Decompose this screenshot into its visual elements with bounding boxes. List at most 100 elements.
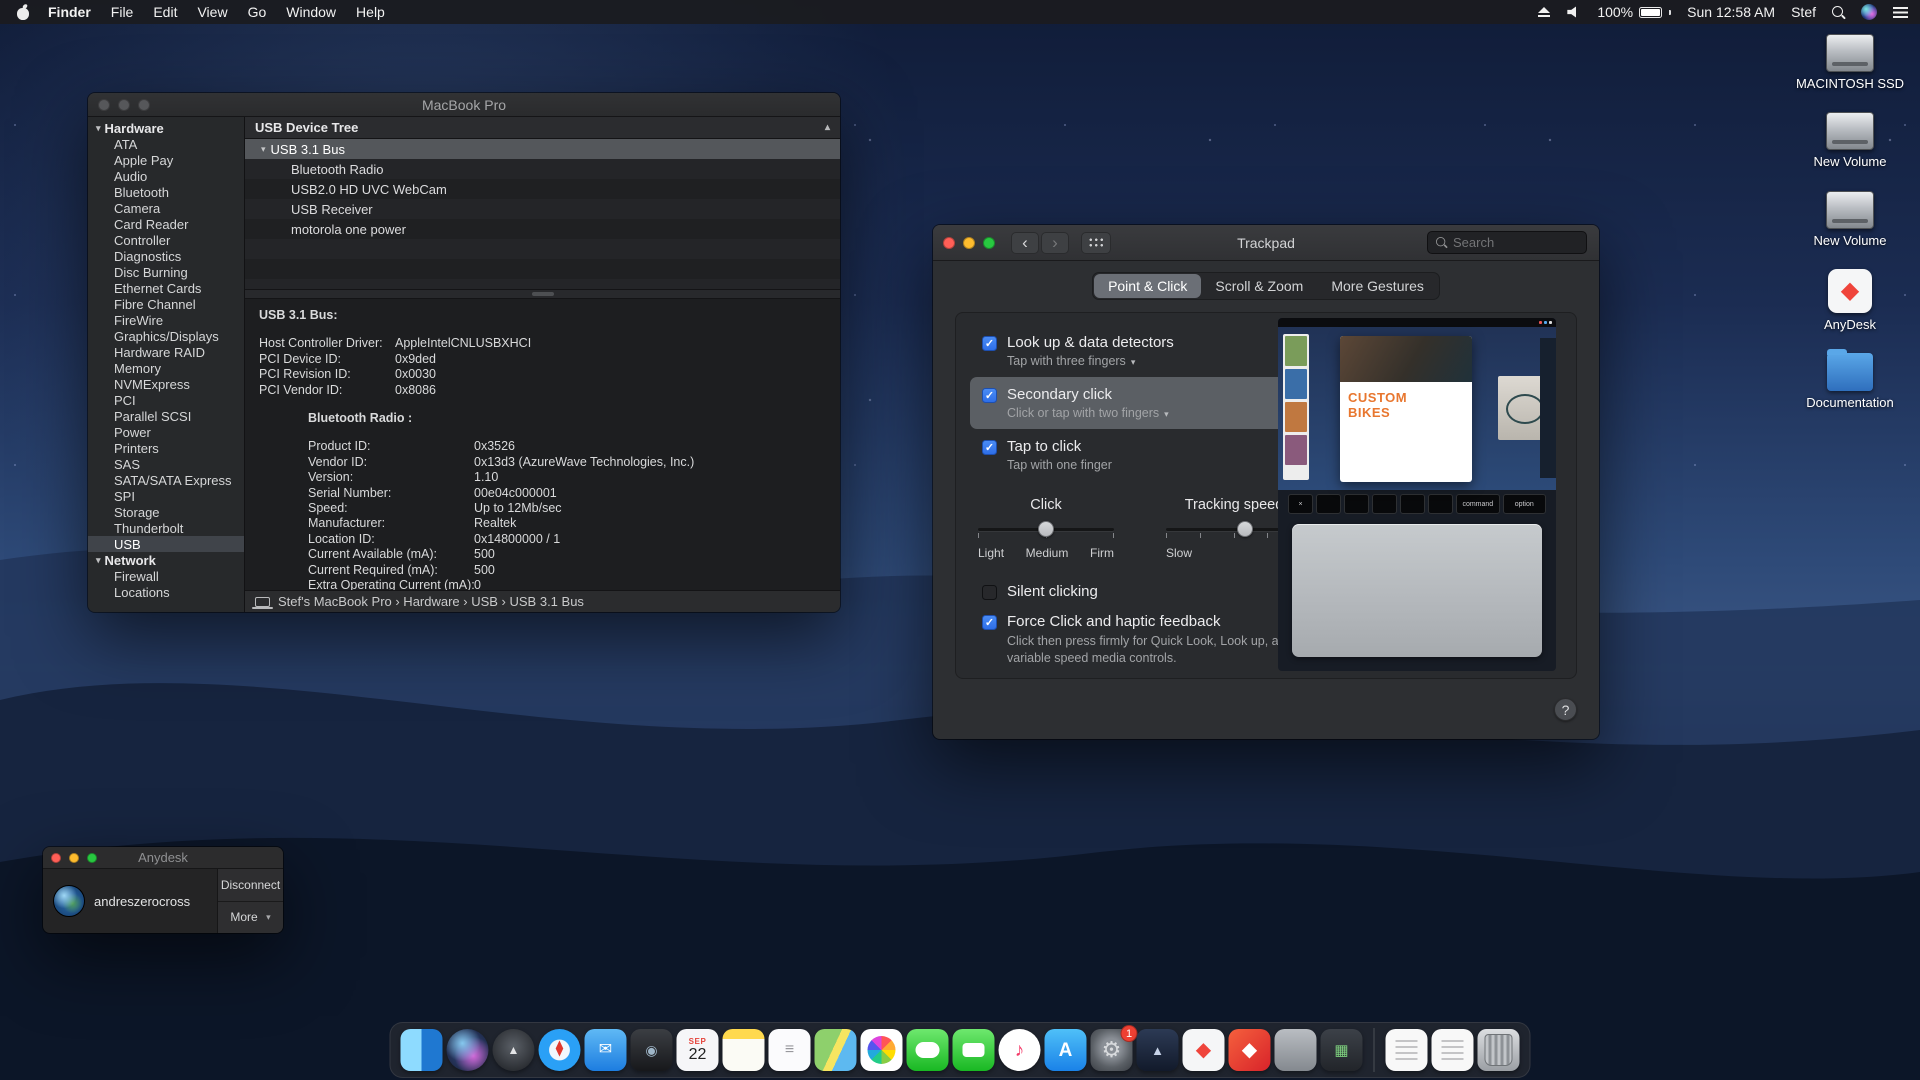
notification-center-icon[interactable]	[1893, 7, 1908, 18]
sidebar-item[interactable]: Bluetooth	[88, 184, 244, 200]
desktop-icon-anydesk[interactable]: AnyDesk	[1792, 269, 1908, 332]
dock-item-trash[interactable]	[1478, 1029, 1520, 1071]
dock-item-facetime[interactable]	[953, 1029, 995, 1071]
menu-bar-item[interactable]: Window	[276, 0, 346, 24]
minimize-button[interactable]	[963, 237, 975, 249]
sidebar-item[interactable]: Graphics/Displays	[88, 328, 244, 344]
usb-tree-row[interactable]: ▾ USB 3.1 Bus	[245, 139, 840, 159]
eject-icon[interactable]	[1537, 7, 1551, 17]
usb-tree-row[interactable]: Bluetooth Radio	[245, 159, 840, 179]
pane-splitter-handle[interactable]	[245, 289, 840, 299]
dock-item-safari[interactable]: ◆	[539, 1029, 581, 1071]
more-button[interactable]: More ▾	[218, 901, 283, 934]
sidebar-item[interactable]: FireWire	[88, 312, 244, 328]
dock-item-photo-booth[interactable]: ◉	[631, 1029, 673, 1071]
sidebar-item[interactable]: PCI	[88, 392, 244, 408]
dock-item-calendar[interactable]: SEP 22	[677, 1029, 719, 1071]
sidebar-item[interactable]: Fibre Channel	[88, 296, 244, 312]
sidebar-item[interactable]: Audio	[88, 168, 244, 184]
dock-item-launchpad[interactable]: ▲	[493, 1029, 535, 1071]
menu-bar-item[interactable]: Edit	[143, 0, 187, 24]
checkbox[interactable]	[982, 388, 997, 403]
sidebar-item[interactable]: USB	[88, 536, 244, 552]
dock-item-hardware-app[interactable]: ▦	[1321, 1029, 1363, 1071]
gesture-option-row[interactable]: Look up & data detectors Tap with three …	[970, 325, 1292, 377]
volume-icon[interactable]	[1567, 6, 1581, 18]
desktop-icon-new-volume-1[interactable]: New Volume	[1792, 112, 1908, 169]
sidebar-item[interactable]: Parallel SCSI	[88, 408, 244, 424]
menu-bar-item[interactable]: Help	[346, 0, 395, 24]
sysinfo-titlebar[interactable]: MacBook Pro	[88, 93, 840, 117]
sidebar-item[interactable]: ATA	[88, 136, 244, 152]
trackpad-tab[interactable]: Scroll & Zoom	[1201, 274, 1317, 298]
sidebar-item[interactable]: SAS	[88, 456, 244, 472]
sidebar-item[interactable]: Locations	[88, 584, 244, 600]
breadcrumb[interactable]: Stef's MacBook Pro › Hardware › USB › US…	[278, 594, 584, 609]
battery-status[interactable]: 100%	[1597, 4, 1671, 20]
dock-item-textedit[interactable]	[1386, 1029, 1428, 1071]
dock-item-anydesk[interactable]: ◆	[1183, 1029, 1225, 1071]
checkbox[interactable]	[982, 615, 997, 630]
clock-label[interactable]: Sun 12:58 AM	[1687, 4, 1775, 20]
gesture-option-setting[interactable]: Tap with one finger	[1007, 458, 1112, 472]
close-button[interactable]	[98, 99, 110, 111]
sidebar-item[interactable]: NVMExpress	[88, 376, 244, 392]
sidebar-item[interactable]: Printers	[88, 440, 244, 456]
sidebar-item[interactable]: Power	[88, 424, 244, 440]
checkbox[interactable]	[982, 585, 997, 600]
dock-item-messages[interactable]	[907, 1029, 949, 1071]
dock-item-notes[interactable]	[723, 1029, 765, 1071]
dock-item-photos[interactable]	[861, 1029, 903, 1071]
apple-menu-icon[interactable]	[16, 5, 30, 20]
show-all-preferences-button[interactable]	[1081, 232, 1111, 254]
back-button[interactable]: ‹	[1011, 232, 1039, 254]
disclosure-triangle-icon[interactable]: ▾	[261, 144, 266, 155]
dock-item-dark-photo-app[interactable]: ▲	[1137, 1029, 1179, 1071]
usb-device-tree-header[interactable]: USB Device Tree ▴	[245, 117, 840, 139]
click-slider-thumb[interactable]	[1038, 521, 1054, 537]
sidebar-item[interactable]: Controller	[88, 232, 244, 248]
dock-item-app-store[interactable]: A	[1045, 1029, 1087, 1071]
menu-bar-item[interactable]: View	[187, 0, 237, 24]
user-menu-label[interactable]: Stef	[1791, 4, 1816, 20]
minimize-button[interactable]	[118, 99, 130, 111]
disconnect-button[interactable]: Disconnect	[218, 869, 283, 901]
sidebar-item[interactable]: ▾ Network	[88, 552, 244, 568]
sidebar-item[interactable]: Hardware RAID	[88, 344, 244, 360]
checkbox[interactable]	[982, 440, 997, 455]
sidebar-item[interactable]: Apple Pay	[88, 152, 244, 168]
menu-bar-item[interactable]: Go	[238, 0, 277, 24]
forward-button[interactable]: ›	[1041, 232, 1069, 254]
dock-item-system-preferences[interactable]: ⚙ 1	[1091, 1029, 1133, 1071]
tracking-slider-thumb[interactable]	[1237, 521, 1253, 537]
siri-icon[interactable]	[1861, 4, 1877, 20]
sidebar-item[interactable]: Thunderbolt	[88, 520, 244, 536]
trackpad-tab[interactable]: Point & Click	[1094, 274, 1201, 298]
dock-item-siri[interactable]	[447, 1029, 489, 1071]
gesture-option-setting[interactable]: Tap with three fingers▾	[1007, 354, 1174, 368]
dock-item-finder[interactable]	[401, 1029, 443, 1071]
usb-tree-row[interactable]: USB Receiver	[245, 199, 840, 219]
sidebar-item[interactable]: Diagnostics	[88, 248, 244, 264]
gesture-option-row[interactable]: Secondary click Click or tap with two fi…	[970, 377, 1292, 429]
desktop-icon-new-volume-2[interactable]: New Volume	[1792, 191, 1908, 248]
sidebar-item[interactable]: SPI	[88, 488, 244, 504]
zoom-button[interactable]	[138, 99, 150, 111]
sidebar-item[interactable]: Ethernet Cards	[88, 280, 244, 296]
sidebar-item[interactable]: Camera	[88, 200, 244, 216]
dock-item-document[interactable]	[1432, 1029, 1474, 1071]
dock-item-maps[interactable]	[815, 1029, 857, 1071]
zoom-button[interactable]	[983, 237, 995, 249]
sidebar-item[interactable]: Memory	[88, 360, 244, 376]
menu-bar-item[interactable]: Finder	[38, 0, 101, 24]
help-button[interactable]: ?	[1554, 698, 1577, 721]
spotlight-search-icon[interactable]	[1832, 6, 1845, 19]
dock-item-itunes[interactable]: ♪	[999, 1029, 1041, 1071]
sidebar-item[interactable]: Disc Burning	[88, 264, 244, 280]
disclosure-triangle-icon[interactable]: ▾	[96, 555, 101, 566]
usb-tree-row[interactable]: USB2.0 HD UVC WebCam	[245, 179, 840, 199]
sidebar-item[interactable]: SATA/SATA Express	[88, 472, 244, 488]
sidebar-item[interactable]: ▾ Hardware	[88, 120, 244, 136]
anydesk-titlebar[interactable]: Anydesk	[43, 847, 283, 869]
dock-item-reminders[interactable]: ≡	[769, 1029, 811, 1071]
